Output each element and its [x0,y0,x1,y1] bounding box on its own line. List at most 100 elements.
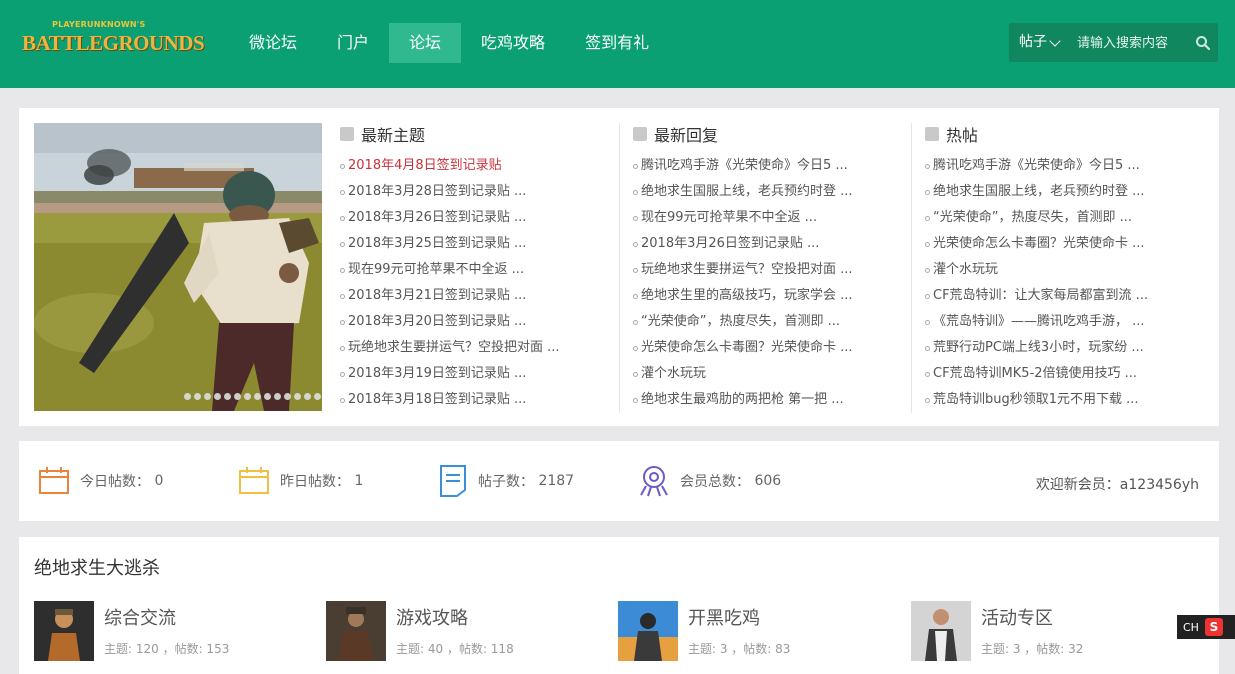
forum-name[interactable]: 活动专区 [981,604,1053,630]
list-item[interactable]: 玩绝地求生要拼运气？空投把对面 ... [340,335,620,361]
stat-today: 今日帖数： 0 [38,463,163,499]
list-item[interactable]: 现在99元可抢苹果不中全返 ... [340,257,620,283]
forum-name[interactable]: 游戏攻略 [396,604,468,630]
slider-dot[interactable] [274,393,281,400]
list-item[interactable]: 光荣使命怎么卡毒圈？光荣使命卡 ... [633,335,913,361]
list-item[interactable]: “光荣使命”，热度尽失，首测即 ... [925,205,1205,231]
latest-replies-header: 最新回复 [633,122,913,146]
list-item[interactable]: 绝地求生最鸡肋的两把枪 第一把 ... [633,387,913,413]
clock-icon [633,127,647,141]
stat-yesterday-value: 1 [354,473,364,489]
logo-subtitle: PLAYERUNKNOWN'S [52,20,146,29]
list-item[interactable]: 绝地求生国服上线，老兵预约时登 ... [925,179,1205,205]
slider-dot[interactable] [264,393,271,400]
section-title: 绝地求生大逃杀 [34,558,160,579]
forum-thumbnail[interactable] [326,601,386,661]
featured-slider[interactable] [34,123,322,411]
nav-item-guides[interactable]: 吃鸡攻略 [461,23,565,63]
slider-dots [184,393,321,400]
list-item[interactable]: 2018年3月19日签到记录贴 ... [340,361,620,387]
list-item[interactable]: 2018年4月8日签到记录贴 [340,153,620,179]
list-item[interactable]: CF荒岛特训：让大家每局都富到流 ... [925,283,1205,309]
latest-topics: 最新主题 2018年4月8日签到记录贴 2018年3月28日签到记录贴 ... … [340,122,620,413]
list-item[interactable]: 2018年3月20日签到记录贴 ... [340,309,620,335]
list-item[interactable]: 2018年3月26日签到记录贴 ... [633,231,913,257]
logo-title: BATTLEGROUNDS [22,31,205,55]
welcome-new-member[interactable]: 欢迎新会员：a123456yh [1036,474,1199,494]
forum-meta: 主题: 3 ，帖数: 32 [981,642,1084,656]
slider-dot[interactable] [214,393,221,400]
slider-dot[interactable] [294,393,301,400]
chevron-down-icon[interactable] [1049,35,1061,47]
stat-posts-value: 2187 [538,473,575,489]
latest-topics-title: 最新主题 [361,126,426,145]
forum-card[interactable]: 游戏攻略 主题: 40 ，帖数: 118 [326,601,606,661]
stat-posts-label: 帖子数： [478,474,534,490]
search-input[interactable] [1077,31,1189,55]
slider-dot[interactable] [204,393,211,400]
stat-today-label: 今日帖数： [80,474,150,490]
slider-dot[interactable] [284,393,291,400]
list-item[interactable]: CF荒岛特训MK5-2倍镜使用技巧 ... [925,361,1205,387]
hot-posts-title: 热帖 [946,126,979,145]
flame-icon [925,127,939,141]
search-type-select[interactable]: 帖子 [1019,23,1047,62]
list-item[interactable]: 2018年3月18日签到记录贴 ... [340,387,620,413]
members-icon [640,466,668,497]
forum-card[interactable]: 活动专区 主题: 3 ，帖数: 32 [911,601,1191,661]
list-item[interactable]: 2018年3月28日签到记录贴 ... [340,179,620,205]
list-item[interactable]: 《荒岛特训》——腾讯吃鸡手游， ... [925,309,1205,335]
document-icon [440,465,466,497]
forum-thumbnail[interactable] [911,601,971,661]
slider-dot[interactable] [254,393,261,400]
nav-item-forum[interactable]: 论坛 [389,23,462,63]
list-item[interactable]: 2018年3月25日签到记录贴 ... [340,231,620,257]
stat-yesterday-label: 昨日帖数： [280,474,350,490]
forum-section: 绝地求生大逃杀 综合交流 主题: 120 ，帖数: 153 游戏攻略 主题: 4… [19,537,1219,674]
list-item[interactable]: 腾讯吃鸡手游《光荣使命》今日5 ... [633,153,913,179]
slider-dot[interactable] [194,393,201,400]
forum-thumbnail[interactable] [618,601,678,661]
list-item[interactable]: 玩绝地求生要拼运气？空投把对面 ... [633,257,913,283]
slider-dot[interactable] [184,393,191,400]
slider-dot[interactable] [224,393,231,400]
forum-thumbnail[interactable] [34,601,94,661]
stat-posts: 帖子数： 2187 [438,463,574,499]
slider-dot[interactable] [304,393,311,400]
forum-card[interactable]: 开黑吃鸡 主题: 3 ，帖数: 83 [618,601,898,661]
list-item[interactable]: 现在99元可抢苹果不中全返 ... [633,205,913,231]
list-item[interactable]: 荒岛特训bug秒领取1元不用下载 ... [925,387,1205,413]
hot-posts-header: 热帖 [925,122,1205,146]
topic-list-icon [340,127,354,141]
stat-members-label: 会员总数： [680,474,750,490]
forum-card[interactable]: 综合交流 主题: 120 ，帖数: 153 [34,601,314,661]
list-item[interactable]: 腾讯吃鸡手游《光荣使命》今日5 ... [925,153,1205,179]
nav-item-weiluntan[interactable]: 微论坛 [229,23,317,63]
list-item[interactable]: 2018年3月21日签到记录贴 ... [340,283,620,309]
latest-replies: 最新回复 腾讯吃鸡手游《光荣使命》今日5 ... 绝地求生国服上线，老兵预约时登… [633,122,913,413]
list-item[interactable]: 绝地求生国服上线，老兵预约时登 ... [633,179,913,205]
list-item[interactable]: 荒野行动PC端上线3小时，玩家纷 ... [925,335,1205,361]
nav-item-checkin[interactable]: 签到有礼 [565,23,669,63]
list-item[interactable]: 2018年3月26日签到记录贴 ... [340,205,620,231]
list-item[interactable]: 灌个水玩玩 [925,257,1205,283]
nav-item-portal[interactable]: 门户 [317,23,389,63]
slider-dot[interactable] [234,393,241,400]
stat-members-value: 606 [754,473,782,489]
list-item[interactable]: 灌个水玩玩 [633,361,913,387]
slider-dot[interactable] [314,393,321,400]
stats-bar: 今日帖数： 0 昨日帖数： 1 帖子数： 2187 会员总数： 606 欢迎新会… [19,441,1219,521]
forum-name[interactable]: 综合交流 [104,604,176,630]
list-item[interactable]: 绝地求生里的高级技巧，玩家学会 ... [633,283,913,309]
site-logo[interactable]: PLAYERUNKNOWN'S BATTLEGROUNDS [22,20,205,60]
ime-indicator[interactable]: CH S [1177,615,1235,639]
forum-name[interactable]: 开黑吃鸡 [688,604,760,630]
search-box: 帖子 [1009,23,1218,62]
latest-replies-title: 最新回复 [654,126,719,145]
ime-language: CH [1183,620,1199,634]
stat-today-value: 0 [154,473,164,489]
slider-dot[interactable] [244,393,251,400]
list-item[interactable]: 光荣使命怎么卡毒圈？光荣使命卡 ... [925,231,1205,257]
search-icon[interactable] [1195,35,1211,51]
list-item[interactable]: “光荣使命”，热度尽失，首测即 ... [633,309,913,335]
